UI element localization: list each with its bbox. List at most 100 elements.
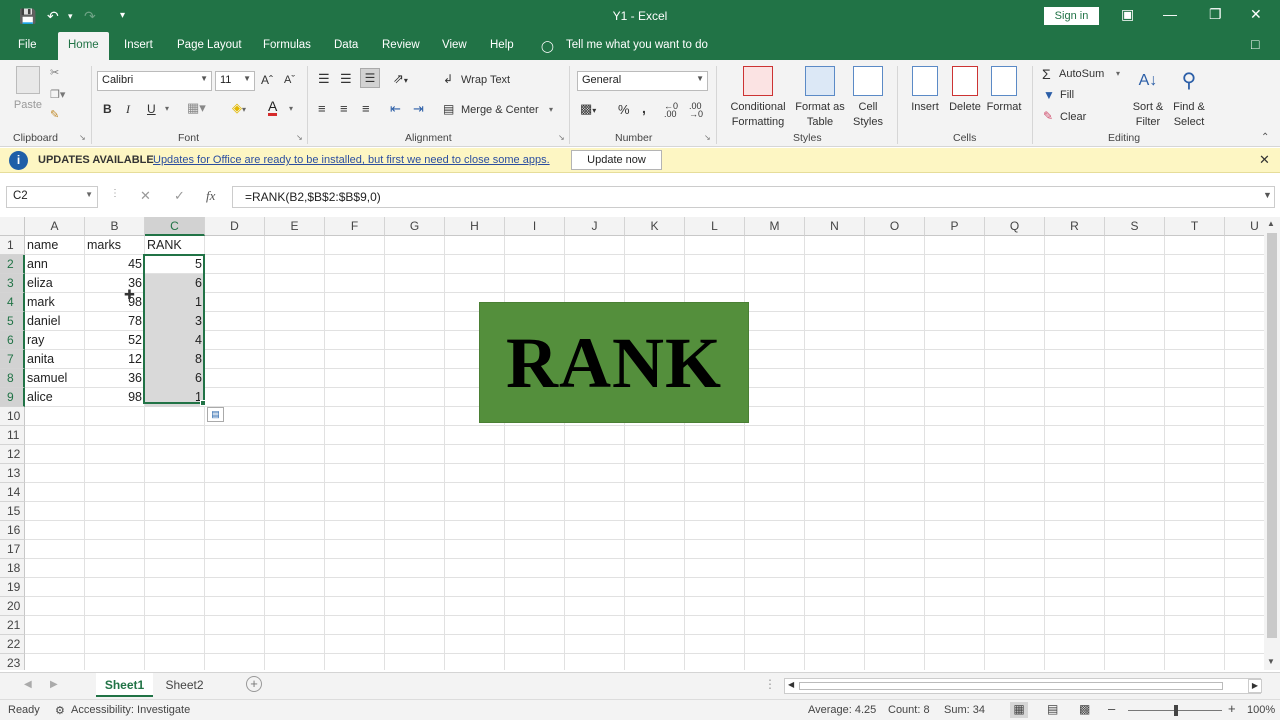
column-header-p[interactable]: P bbox=[925, 217, 985, 236]
percent-button[interactable]: % bbox=[618, 102, 630, 117]
sign-in-button[interactable]: Sign in bbox=[1044, 7, 1099, 25]
cell-b5[interactable]: 78 bbox=[85, 312, 144, 331]
shrink-font-icon[interactable]: Aˇ bbox=[284, 74, 295, 86]
row-header-8[interactable]: 8 bbox=[0, 369, 25, 388]
orientation-icon[interactable]: ⇗▾ bbox=[393, 71, 408, 87]
row-header-17[interactable]: 17 bbox=[0, 540, 25, 559]
cell-c1[interactable]: RANK bbox=[145, 236, 204, 255]
sheet-tab-sheet2[interactable]: Sheet2 bbox=[158, 673, 211, 697]
comma-style-button[interactable]: , bbox=[642, 100, 646, 116]
scroll-down-icon[interactable]: ▼ bbox=[1267, 657, 1275, 666]
cell-a7[interactable]: anita bbox=[25, 350, 84, 369]
tab-page-layout[interactable]: Page Layout bbox=[177, 39, 242, 51]
cell-a6[interactable]: ray bbox=[25, 331, 84, 350]
row-header-3[interactable]: 3 bbox=[0, 274, 25, 293]
column-header-a[interactable]: A bbox=[25, 217, 85, 236]
column-header-h[interactable]: H bbox=[445, 217, 505, 236]
comments-icon[interactable]: □ bbox=[1251, 36, 1259, 52]
column-header-e[interactable]: E bbox=[265, 217, 325, 236]
font-launcher-icon[interactable]: ↘ bbox=[296, 133, 303, 142]
row-header-11[interactable]: 11 bbox=[0, 426, 25, 445]
next-sheet-icon[interactable]: ▶ bbox=[50, 679, 58, 690]
italic-button[interactable]: I bbox=[126, 102, 130, 117]
cell-a5[interactable]: daniel bbox=[25, 312, 84, 331]
cell-b2[interactable]: 45 bbox=[85, 255, 144, 274]
column-header-r[interactable]: R bbox=[1045, 217, 1105, 236]
tell-me-search[interactable]: Tell me what you want to do bbox=[566, 39, 708, 51]
confirm-entry-icon[interactable]: ✓ bbox=[174, 188, 185, 204]
insert-cells-button[interactable]: Insert bbox=[905, 66, 945, 115]
row-header-5[interactable]: 5 bbox=[0, 312, 25, 331]
row-header-23[interactable]: 23 bbox=[0, 654, 25, 670]
column-header-f[interactable]: F bbox=[325, 217, 385, 236]
row-header-12[interactable]: 12 bbox=[0, 445, 25, 464]
paste-button[interactable]: Paste bbox=[12, 66, 44, 113]
format-cells-button[interactable]: Format bbox=[984, 66, 1024, 115]
row-header-2[interactable]: 2 bbox=[0, 255, 25, 274]
format-painter-icon[interactable]: ✎ bbox=[50, 108, 59, 121]
fill-button[interactable]: Fill bbox=[1060, 89, 1074, 101]
row-header-4[interactable]: 4 bbox=[0, 293, 25, 312]
expand-formula-bar-icon[interactable]: ▼ bbox=[1263, 190, 1272, 200]
row-header-22[interactable]: 22 bbox=[0, 635, 25, 654]
align-center-icon[interactable]: ≡ bbox=[340, 101, 348, 116]
column-header-b[interactable]: B bbox=[85, 217, 145, 236]
tab-split-icon[interactable]: ⋮ bbox=[764, 677, 776, 691]
bold-button[interactable]: B bbox=[103, 102, 112, 116]
collapse-ribbon-icon[interactable]: ⌃ bbox=[1261, 132, 1269, 143]
cut-icon[interactable]: ✂ bbox=[50, 66, 59, 79]
tab-home[interactable]: Home bbox=[58, 32, 109, 60]
horizontal-scroll-thumb[interactable] bbox=[799, 682, 1223, 690]
cell-b6[interactable]: 52 bbox=[85, 331, 144, 350]
column-header-d[interactable]: D bbox=[205, 217, 265, 236]
accessibility-status[interactable]: Accessibility: Investigate bbox=[71, 704, 190, 716]
column-header-q[interactable]: Q bbox=[985, 217, 1045, 236]
vertical-scroll-thumb[interactable] bbox=[1267, 233, 1277, 638]
find-select-button[interactable]: ⚲ Find & Select bbox=[1166, 66, 1212, 130]
cell-b1[interactable]: marks bbox=[85, 236, 144, 255]
align-left-icon[interactable]: ≡ bbox=[318, 101, 326, 116]
row-header-10[interactable]: 10 bbox=[0, 407, 25, 426]
row-header-20[interactable]: 20 bbox=[0, 597, 25, 616]
column-header-c[interactable]: C bbox=[145, 217, 205, 236]
conditional-formatting-button[interactable]: Conditional Formatting bbox=[724, 66, 792, 130]
autosum-dropdown-icon[interactable]: ▾ bbox=[1116, 69, 1120, 78]
cell-styles-button[interactable]: Cell Styles bbox=[847, 66, 889, 130]
align-right-icon[interactable]: ≡ bbox=[362, 101, 370, 116]
maximize-button[interactable]: ❐ bbox=[1209, 6, 1222, 23]
zoom-out-icon[interactable]: – bbox=[1108, 701, 1115, 716]
cell-b8[interactable]: 36 bbox=[85, 369, 144, 388]
fill-handle[interactable] bbox=[200, 400, 206, 406]
row-header-15[interactable]: 15 bbox=[0, 502, 25, 521]
scroll-left-icon[interactable]: ◀ bbox=[788, 680, 794, 689]
scroll-up-icon[interactable]: ▲ bbox=[1267, 219, 1275, 228]
font-color-dropdown-icon[interactable]: ▾ bbox=[289, 104, 293, 113]
row-header-16[interactable]: 16 bbox=[0, 521, 25, 540]
normal-view-icon[interactable]: ▦ bbox=[1010, 702, 1028, 718]
worksheet-grid[interactable]: A B C D E F G H I J K L M N O P Q R S T U 1 2 3 4 5 6 7 8 9 10 11 12 13 14… bbox=[0, 217, 1264, 670]
vertical-scrollbar[interactable]: ▲ ▼ bbox=[1264, 217, 1280, 670]
column-header-n[interactable]: N bbox=[805, 217, 865, 236]
scroll-right-icon[interactable]: ▶ bbox=[1248, 679, 1262, 693]
column-header-u[interactable]: U bbox=[1225, 217, 1264, 236]
cell-b7[interactable]: 12 bbox=[85, 350, 144, 369]
merge-center-button[interactable]: Merge & Center bbox=[461, 104, 539, 116]
tab-file[interactable]: File bbox=[18, 39, 37, 51]
page-layout-view-icon[interactable]: ▤ bbox=[1047, 702, 1058, 716]
font-size-select[interactable]: 11 ▼ bbox=[215, 71, 255, 91]
insert-function-icon[interactable]: fx bbox=[206, 188, 215, 204]
cell-b4[interactable]: 98 bbox=[85, 293, 144, 312]
page-break-view-icon[interactable]: ▩ bbox=[1079, 702, 1090, 716]
column-header-j[interactable]: J bbox=[565, 217, 625, 236]
clear-button[interactable]: Clear bbox=[1060, 111, 1086, 123]
cell-b9[interactable]: 98 bbox=[85, 388, 144, 407]
number-format-select[interactable]: General ▼ bbox=[577, 71, 708, 91]
cell-a2[interactable]: ann bbox=[25, 255, 84, 274]
autosum-button[interactable]: AutoSum bbox=[1059, 68, 1104, 80]
font-name-select[interactable]: Calibri ▼ bbox=[97, 71, 212, 91]
row-header-7[interactable]: 7 bbox=[0, 350, 25, 369]
cancel-entry-icon[interactable]: ✕ bbox=[140, 188, 151, 204]
tab-insert[interactable]: Insert bbox=[124, 39, 153, 51]
ribbon-display-icon[interactable]: ▣ bbox=[1121, 6, 1134, 23]
column-header-s[interactable]: S bbox=[1105, 217, 1165, 236]
